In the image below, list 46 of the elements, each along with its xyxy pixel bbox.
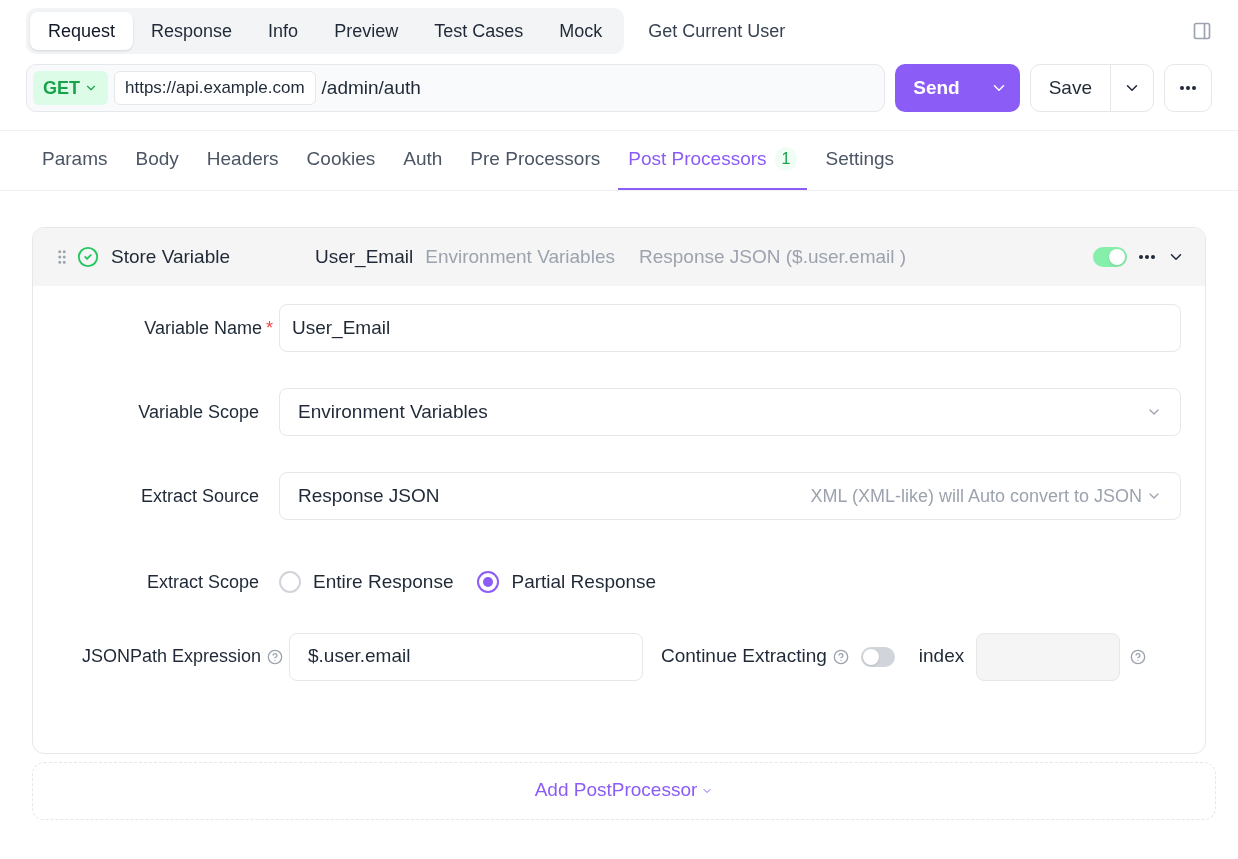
- tab[interactable]: Settings: [815, 130, 905, 190]
- field-label: Extract Source: [140, 484, 259, 508]
- input-field[interactable]: User_Email: [279, 304, 1181, 352]
- tab[interactable]: Params: [32, 130, 118, 190]
- tab[interactable]: Request: [30, 12, 134, 50]
- url-path[interactable]: /admin/auth: [321, 73, 421, 103]
- variable-scope: Environment Variables: [425, 244, 615, 269]
- more-icon[interactable]: [1139, 255, 1155, 259]
- radio-option[interactable]: Partial Response: [477, 568, 657, 597]
- tab[interactable]: Post Processors 1: [618, 130, 808, 190]
- base-url[interactable]: https://api.example.com: [114, 71, 316, 105]
- field-label: Variable Name: [144, 316, 262, 340]
- tab[interactable]: Auth: [393, 130, 453, 190]
- toggle-switch[interactable]: [860, 646, 895, 667]
- endpoint-title: Get Current User: [648, 19, 786, 43]
- tab[interactable]: Test Cases: [416, 12, 542, 50]
- field-label: JSONPath Expression: [81, 645, 261, 668]
- tab[interactable]: Response: [133, 12, 251, 50]
- help-icon: [832, 648, 849, 665]
- index-input-field[interactable]: [976, 632, 1121, 681]
- tab[interactable]: Mock: [541, 12, 621, 50]
- select-field[interactable]: Response JSON XML (XML-like) will Auto convert to JSON: [279, 472, 1181, 520]
- required-mark: *: [266, 316, 273, 340]
- radio-option[interactable]: Entire Response: [279, 568, 454, 597]
- processor-header[interactable]: Store Variable User_Email Environment Variables Response JSON ($.user.email ): [33, 228, 1205, 286]
- tab[interactable]: Preview: [316, 12, 417, 50]
- select-field[interactable]: Environment Variables: [279, 388, 1181, 436]
- field-label: Variable Scope: [138, 400, 259, 424]
- variable-name: User_Email: [315, 244, 414, 270]
- field-label: Continue Extracting: [661, 644, 827, 669]
- field-label: Extract Scope: [146, 570, 259, 594]
- help-icon: [1130, 648, 1147, 665]
- tab[interactable]: Cookies: [296, 130, 386, 190]
- tab[interactable]: Pre Processors: [460, 130, 611, 190]
- tab[interactable]: Info: [250, 12, 317, 50]
- toggle-switch[interactable]: [1093, 247, 1127, 267]
- add-postprocessor-button[interactable]: Add PostProcessor: [32, 761, 1216, 820]
- input-field[interactable]: $.user.email: [289, 632, 643, 681]
- processor-type: Store Variable: [111, 244, 231, 269]
- field-label: index: [918, 644, 965, 669]
- panel-toggle-icon[interactable]: [1192, 21, 1212, 41]
- more-icon[interactable]: [1180, 86, 1196, 90]
- extract-source: Response JSON ($.user.email ): [638, 244, 907, 269]
- help-icon: [267, 648, 283, 665]
- tab[interactable]: Body: [125, 130, 189, 190]
- tab[interactable]: Headers: [196, 130, 289, 190]
